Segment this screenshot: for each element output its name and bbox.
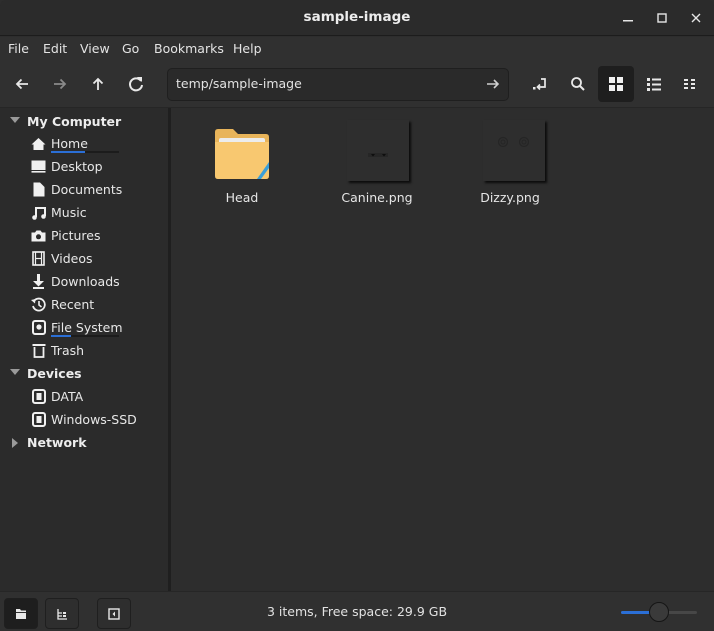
slider-knob[interactable] [649,602,669,622]
sidebar-item-pictures[interactable]: Pictures [0,224,168,247]
forward-icon [54,78,67,90]
sidebar-item-file-system[interactable]: File System [0,316,168,339]
file-name: Canine.png [341,190,413,205]
maximize-button[interactable] [652,8,672,28]
go-arrow-icon [487,79,500,89]
minimize-button[interactable] [618,8,638,28]
file-name: Head [225,190,259,205]
zoom-slider[interactable] [621,602,699,622]
chevron-right-icon [12,438,18,448]
chevron-down-icon [10,117,20,123]
section-devices[interactable]: Devices [0,362,168,384]
toggle-location-icon [533,78,546,91]
compact-view-icon [684,79,695,89]
forward-button[interactable] [44,68,76,100]
window-title: sample-image [303,9,411,25]
search-button[interactable] [562,68,594,100]
sidebar-item-desktop[interactable]: Desktop [0,155,168,178]
location-bar [167,68,509,101]
back-icon [15,78,28,90]
menu-view[interactable]: View [80,41,110,56]
canine-thumbnail-icon [368,153,388,157]
sidebar-item-recent[interactable]: Recent [0,293,168,316]
documents-icon [31,182,46,197]
sidebar-item-music[interactable]: Music [0,201,168,224]
pictures-icon [31,228,46,243]
reload-icon [129,77,143,92]
menu-go[interactable]: Go [122,41,139,56]
section-my-computer[interactable]: My Computer [0,110,168,132]
file-item-head[interactable]: Head [182,120,302,220]
menu-file[interactable]: File [8,41,29,56]
location-input[interactable] [176,76,466,91]
sidebar-item-windows-ssd[interactable]: Windows-SSD [0,408,168,431]
sidebar-item-documents[interactable]: Documents [0,178,168,201]
compact-view-button[interactable] [674,68,706,100]
up-button[interactable] [82,68,114,100]
file-view: Head Canine.png Dizzy.png [171,108,714,591]
filesystem-icon [31,320,46,335]
icon-view-button[interactable] [598,66,634,102]
sidebar: My Computer Home Desktop Documents Music… [0,108,171,591]
close-icon [691,13,701,23]
sidebar-item-data[interactable]: DATA [0,385,168,408]
chevron-down-icon [10,369,20,375]
recent-icon [31,297,46,312]
filesystem-usage-bar [51,335,119,337]
menu-help[interactable]: Help [233,41,262,56]
section-network[interactable]: Network [0,431,168,453]
trash-icon [31,343,46,358]
list-view-button[interactable] [638,68,670,100]
desktop-icon [31,159,46,174]
close-button[interactable] [686,8,706,28]
search-icon [571,77,585,91]
menu-bookmarks[interactable]: Bookmarks [154,41,224,56]
image-thumbnail [483,120,545,181]
minimize-icon [623,20,633,22]
sidebar-item-home[interactable]: Home [0,132,168,155]
image-thumbnail [347,120,409,181]
icon-view-icon [609,77,623,91]
file-item-dizzy[interactable]: Dizzy.png [450,120,570,220]
videos-icon [31,251,46,266]
menu-bar: File Edit View Go Bookmarks Help [0,37,714,62]
sidebar-item-videos[interactable]: Videos [0,247,168,270]
dizzy-thumbnail-icon [497,136,530,148]
drive-icon [31,412,46,427]
status-bar: 3 items, Free space: 29.9 GB [0,591,714,631]
music-icon [31,205,46,220]
up-icon [92,77,104,90]
title-bar: sample-image [0,0,714,36]
sidebar-item-downloads[interactable]: Downloads [0,270,168,293]
list-view-icon [647,78,661,91]
go-button[interactable] [486,77,500,94]
folder-icon [215,129,269,179]
toolbar [0,62,714,108]
reload-button[interactable] [120,68,152,100]
downloads-icon [31,274,46,289]
file-item-canine[interactable]: Canine.png [317,120,437,220]
toggle-location-button[interactable] [524,68,556,100]
drive-icon [31,389,46,404]
status-text: 3 items, Free space: 29.9 GB [266,604,448,619]
back-button[interactable] [6,68,38,100]
menu-edit[interactable]: Edit [43,41,67,56]
file-name: Dizzy.png [480,190,540,205]
home-usage-bar [51,151,119,153]
home-icon [31,136,46,151]
maximize-icon [657,13,667,23]
sidebar-item-trash[interactable]: Trash [0,339,168,362]
